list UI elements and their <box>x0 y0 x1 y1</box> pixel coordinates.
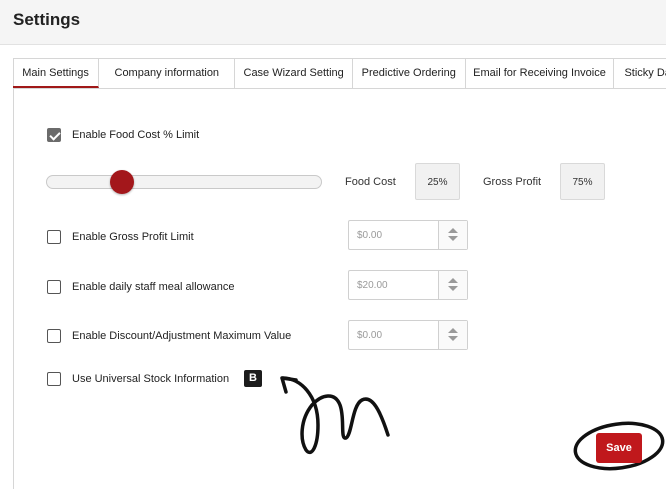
tab-main-settings[interactable]: Main Settings <box>13 58 100 88</box>
discount-max-value-label: Enable Discount/Adjustment Maximum Value <box>72 330 292 342</box>
gross-profit-limit-label: Enable Gross Profit Limit <box>72 231 194 243</box>
staff-meal-allowance-checkbox[interactable] <box>47 280 61 294</box>
food-cost-limit-label: Enable Food Cost % Limit <box>72 129 200 141</box>
discount-max-value-input[interactable] <box>349 321 437 349</box>
chevron-down-icon[interactable] <box>448 236 458 241</box>
chevron-up-icon[interactable] <box>448 328 458 333</box>
tab-sticky[interactable]: Sticky Da <box>614 58 666 88</box>
page-title: Settings <box>13 10 81 29</box>
food-cost-value: 25% <box>415 163 460 200</box>
tab-email-receiving-invoice[interactable]: Email for Receiving Invoice <box>466 58 615 88</box>
gross-profit-limit-field <box>348 220 468 250</box>
settings-header: Settings <box>0 0 666 45</box>
food-cost-slider-thumb[interactable] <box>110 170 134 194</box>
discount-stepper[interactable] <box>438 321 467 349</box>
staff-meal-allowance-field <box>348 270 468 300</box>
food-cost-label: Food Cost <box>345 176 396 188</box>
staff-meal-allowance-label: Enable daily staff meal allowance <box>72 281 235 293</box>
save-button[interactable]: Save <box>596 433 642 463</box>
chevron-up-icon[interactable] <box>448 228 458 233</box>
gross-profit-limit-checkbox[interactable] <box>47 230 61 244</box>
discount-max-value-field <box>348 320 468 350</box>
universal-stock-label: Use Universal Stock Information <box>72 373 230 385</box>
food-cost-limit-checkbox[interactable] <box>47 128 61 142</box>
staff-meal-allowance-input[interactable] <box>349 271 437 299</box>
settings-tabs: Main Settings Company information Case W… <box>13 58 666 89</box>
tab-case-wizard-setting[interactable]: Case Wizard Setting <box>235 58 353 88</box>
gross-profit-label: Gross Profit <box>483 176 542 188</box>
food-cost-slider[interactable] <box>46 170 322 194</box>
chevron-down-icon[interactable] <box>448 336 458 341</box>
tab-company-information[interactable]: Company information <box>99 58 236 88</box>
settings-panel <box>13 58 666 489</box>
letter-b-badge-icon: B <box>244 370 262 387</box>
gross-profit-limit-input[interactable] <box>349 221 437 249</box>
tab-predictive-ordering[interactable]: Predictive Ordering <box>353 58 466 88</box>
chevron-down-icon[interactable] <box>448 286 458 291</box>
universal-stock-checkbox[interactable] <box>47 372 61 386</box>
gross-profit-stepper[interactable] <box>438 221 467 249</box>
gross-profit-value: 75% <box>560 163 605 200</box>
chevron-up-icon[interactable] <box>448 278 458 283</box>
discount-max-value-checkbox[interactable] <box>47 329 61 343</box>
staff-meal-stepper[interactable] <box>438 271 467 299</box>
